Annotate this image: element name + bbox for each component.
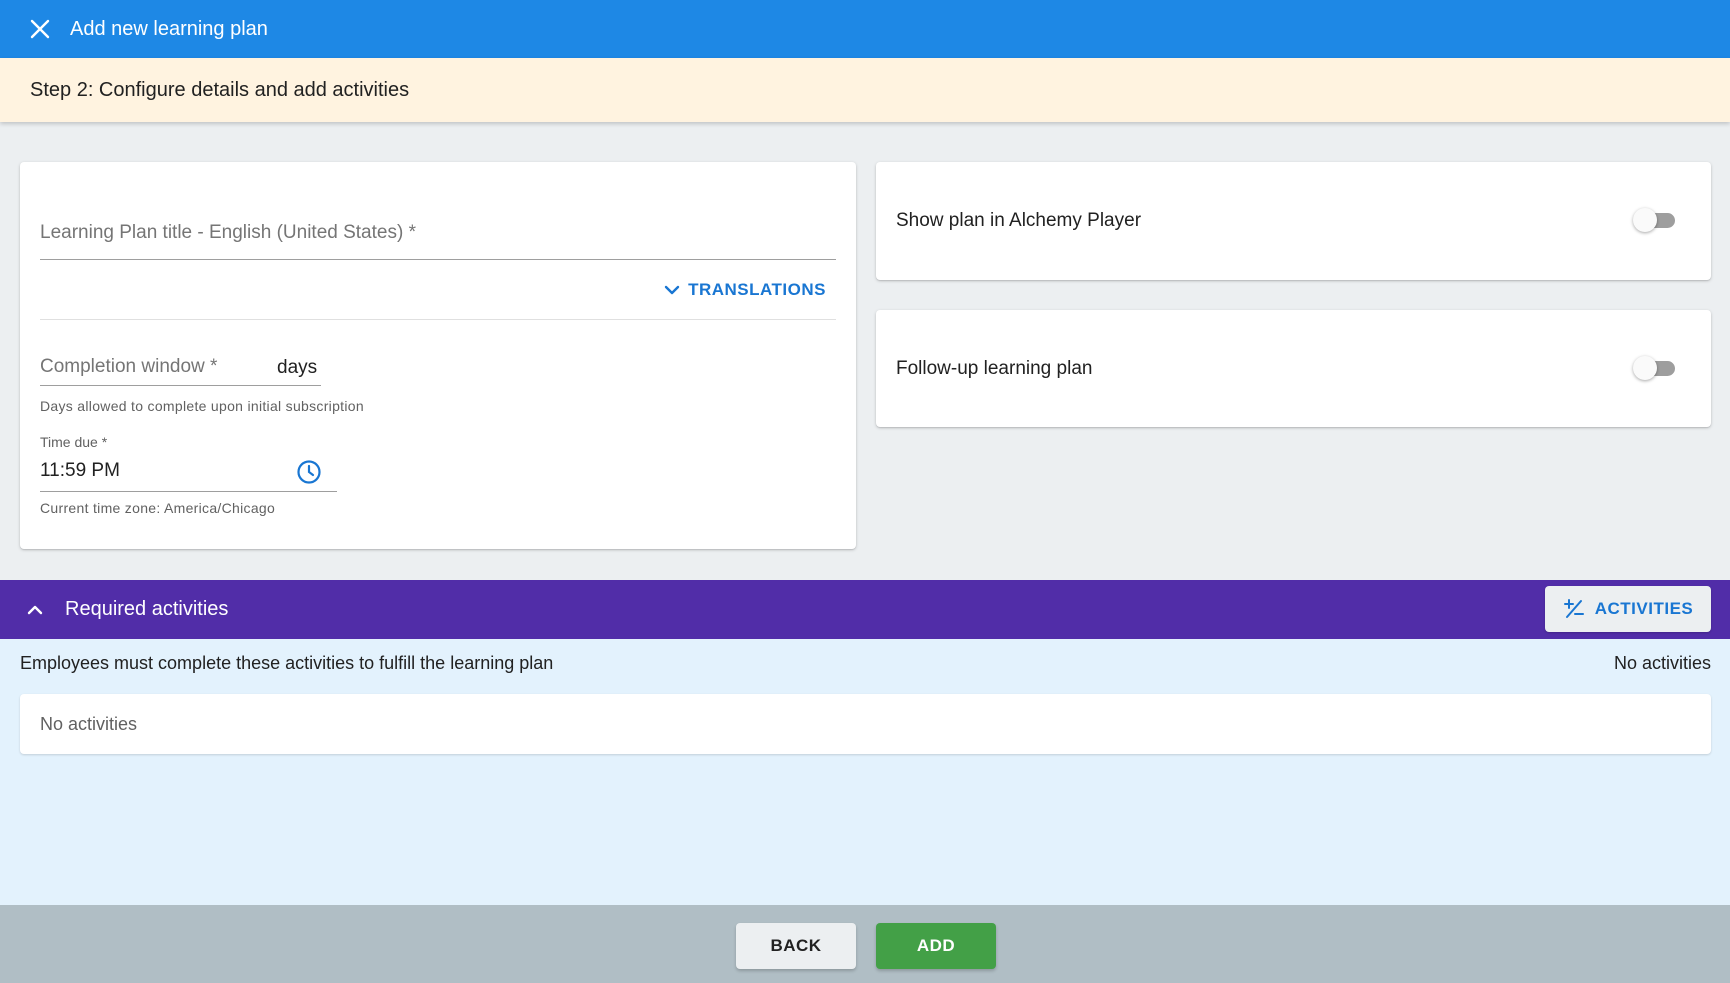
step-title: Step 2: Configure details and add activi… <box>30 78 410 101</box>
clock-icon <box>297 460 321 484</box>
timezone-hint: Current time zone: America/Chicago <box>40 500 276 516</box>
plus-minus-icon <box>1563 599 1584 618</box>
activities-button-label: ACTIVITIES <box>1594 599 1694 618</box>
back-button[interactable]: BACK <box>736 923 856 969</box>
days-suffix: days <box>277 357 318 378</box>
close-icon <box>30 19 50 39</box>
section-title: Required activities <box>65 598 229 620</box>
time-due-value: 11:59 PM <box>40 460 120 481</box>
translations-button[interactable]: TRANSLATIONS <box>664 270 826 310</box>
follow-up-toggle[interactable] <box>1633 356 1677 380</box>
plan-title-input[interactable]: Learning Plan title - English (United St… <box>40 212 836 260</box>
plan-title-label: Learning Plan title - English (United St… <box>40 222 416 243</box>
collapse-button[interactable] <box>20 595 50 625</box>
follow-up-label: Follow-up learning plan <box>896 358 1093 379</box>
edit-activities-button[interactable]: ACTIVITIES <box>1545 586 1711 632</box>
activities-description: Employees must complete these activities… <box>20 653 554 673</box>
time-due-input[interactable]: 11:59 PM <box>40 452 337 492</box>
completion-window-input[interactable]: Completion window * days <box>40 352 321 386</box>
empty-state-text: No activities <box>40 714 138 734</box>
show-in-player-card: Show plan in Alchemy Player <box>876 162 1711 280</box>
completion-window-hint: Days allowed to complete upon initial su… <box>40 398 364 414</box>
translations-label: TRANSLATIONS <box>688 280 826 299</box>
toggle-thumb <box>1633 208 1657 232</box>
activities-count: No activities <box>1613 653 1711 673</box>
follow-up-card: Follow-up learning plan <box>876 310 1711 427</box>
required-activities-panel: Employees must complete these activities… <box>0 639 1730 905</box>
close-button[interactable] <box>20 9 60 49</box>
completion-window-label: Completion window * <box>40 356 218 377</box>
show-in-player-toggle[interactable] <box>1633 208 1677 232</box>
app-header: Add new learning plan <box>0 0 1730 58</box>
chevron-up-icon <box>27 605 43 614</box>
chevron-down-icon <box>664 285 680 295</box>
activities-list: No activities <box>20 694 1711 754</box>
page-title: Add new learning plan <box>70 17 268 40</box>
add-button[interactable]: ADD <box>876 923 996 969</box>
details-card: Learning Plan title - English (United St… <box>20 162 856 549</box>
time-picker-button[interactable] <box>295 458 323 486</box>
show-in-player-label: Show plan in Alchemy Player <box>896 210 1142 231</box>
toggle-thumb <box>1633 356 1657 380</box>
footer-bar: BACK ADD <box>0 905 1730 983</box>
required-activities-header: Required activities ACTIVITIES <box>0 580 1730 639</box>
time-due-label: Time due * <box>40 434 108 450</box>
step-banner: Step 2: Configure details and add activi… <box>0 58 1730 122</box>
divider <box>40 319 836 320</box>
